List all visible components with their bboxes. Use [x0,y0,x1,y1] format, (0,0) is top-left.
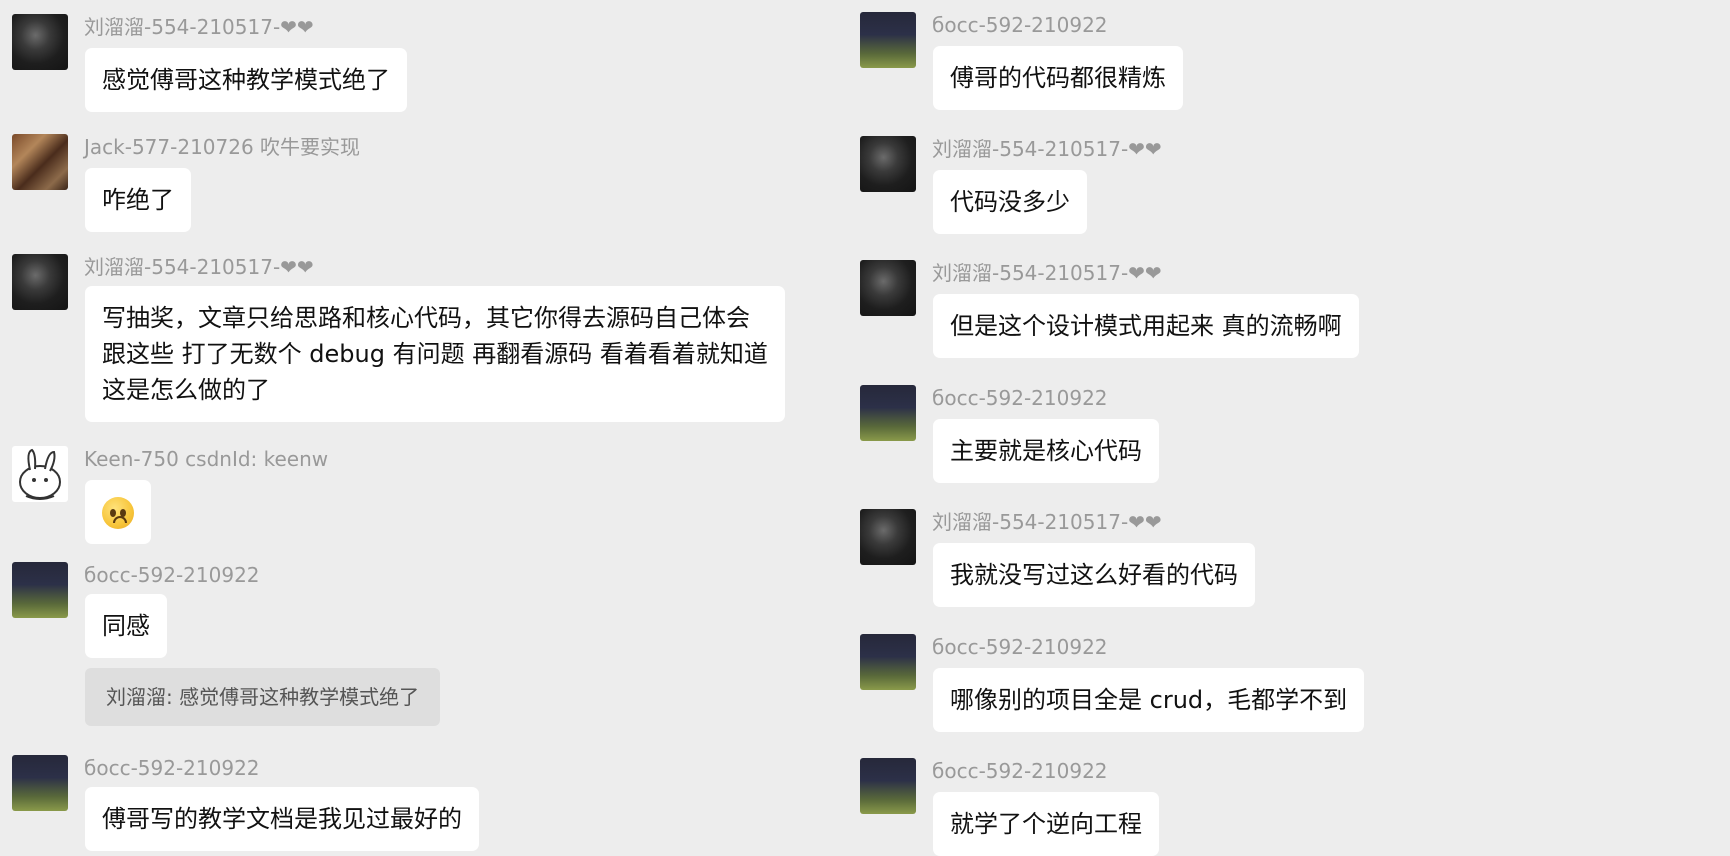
message-line: 咋绝了 [102,186,174,214]
message-line: 写抽奖，文章只给思路和核心代码，其它你得去源码自己体会 [102,304,750,332]
sender-name: босс-592-210922 [84,756,260,780]
message-line: 就学了个逆向工程 [950,810,1142,838]
user-avatar[interactable] [12,755,68,811]
message-line: 傅哥写的教学文档是我见过最好的 [102,805,462,833]
message-bubble[interactable]: 主要就是核心代码 [933,419,1159,483]
message-bubble[interactable]: 但是这个设计模式用起来 真的流畅啊 [933,294,1359,358]
user-avatar[interactable] [12,562,68,618]
message-line: 但是这个设计模式用起来 真的流畅啊 [950,312,1342,340]
message-line: 傅哥的代码都很精炼 [950,64,1166,92]
bunny-icon [19,448,61,500]
sender-name: 刘溜溜-554-210517-❤❤ [932,510,1162,534]
message-bubble[interactable]: 感觉傅哥这种教学模式绝了 [85,48,407,112]
message-line: 我就没写过这么好看的代码 [950,561,1238,589]
user-avatar[interactable] [12,134,68,190]
sender-name: 刘溜溜-554-210517-❤❤ [932,261,1162,285]
quoted-reply[interactable]: 刘溜溜: 感觉傅哥这种教学模式绝了 [85,668,441,726]
message-line: 跟这些 打了无数个 debug 有问题 再翻看源码 看着看着就知道 [102,340,768,368]
message-line: 主要就是核心代码 [950,437,1142,465]
sender-name: босс-592-210922 [932,13,1108,37]
message-bubble[interactable]: 代码没多少 [933,170,1087,234]
sender-name: 刘溜溜-554-210517-❤❤ [84,255,314,279]
message-line: 同感 [102,612,150,640]
message-bubble[interactable] [85,480,151,544]
message-bubble[interactable]: 傅哥写的教学文档是我见过最好的 [85,787,479,851]
user-avatar[interactable] [12,446,68,502]
user-avatar[interactable] [860,634,916,690]
message-bubble[interactable]: 写抽奖，文章只给思路和核心代码，其它你得去源码自己体会 跟这些 打了无数个 de… [85,286,785,422]
message-line: 这是怎么做的了 [102,376,270,404]
user-avatar[interactable] [12,254,68,310]
message-line: 哪像别的项目全是 crud，毛都学不到 [950,686,1348,714]
message-line: 感觉傅哥这种教学模式绝了 [102,66,390,94]
sender-name: босс-592-210922 [932,759,1108,783]
user-avatar[interactable] [860,758,916,814]
user-avatar[interactable] [12,14,68,70]
message-bubble[interactable]: 哪像别的项目全是 crud，毛都学不到 [933,668,1365,732]
sender-name: Jack-577-210726 吹牛要实现 [84,135,361,159]
sender-name: 刘溜溜-554-210517-❤❤ [932,137,1162,161]
pleading-face-emoji-icon [102,497,134,529]
sender-name: босс-592-210922 [932,386,1108,410]
user-avatar[interactable] [860,385,916,441]
user-avatar[interactable] [860,509,916,565]
user-avatar[interactable] [860,12,916,68]
sender-name: Keen-750 csdnId: keenw [84,447,329,471]
sender-name: 刘溜溜-554-210517-❤❤ [84,15,314,39]
message-bubble[interactable]: 我就没写过这么好看的代码 [933,543,1255,607]
user-avatar[interactable] [860,136,916,192]
message-bubble[interactable]: 咋绝了 [85,168,191,232]
message-line: 代码没多少 [950,188,1070,216]
message-bubble[interactable]: 同感 [85,594,167,658]
message-bubble[interactable]: 傅哥的代码都很精炼 [933,46,1183,110]
user-avatar[interactable] [860,260,916,316]
message-bubble[interactable]: 就学了个逆向工程 [933,792,1159,856]
sender-name: босс-592-210922 [932,635,1108,659]
sender-name: босс-592-210922 [84,563,260,587]
